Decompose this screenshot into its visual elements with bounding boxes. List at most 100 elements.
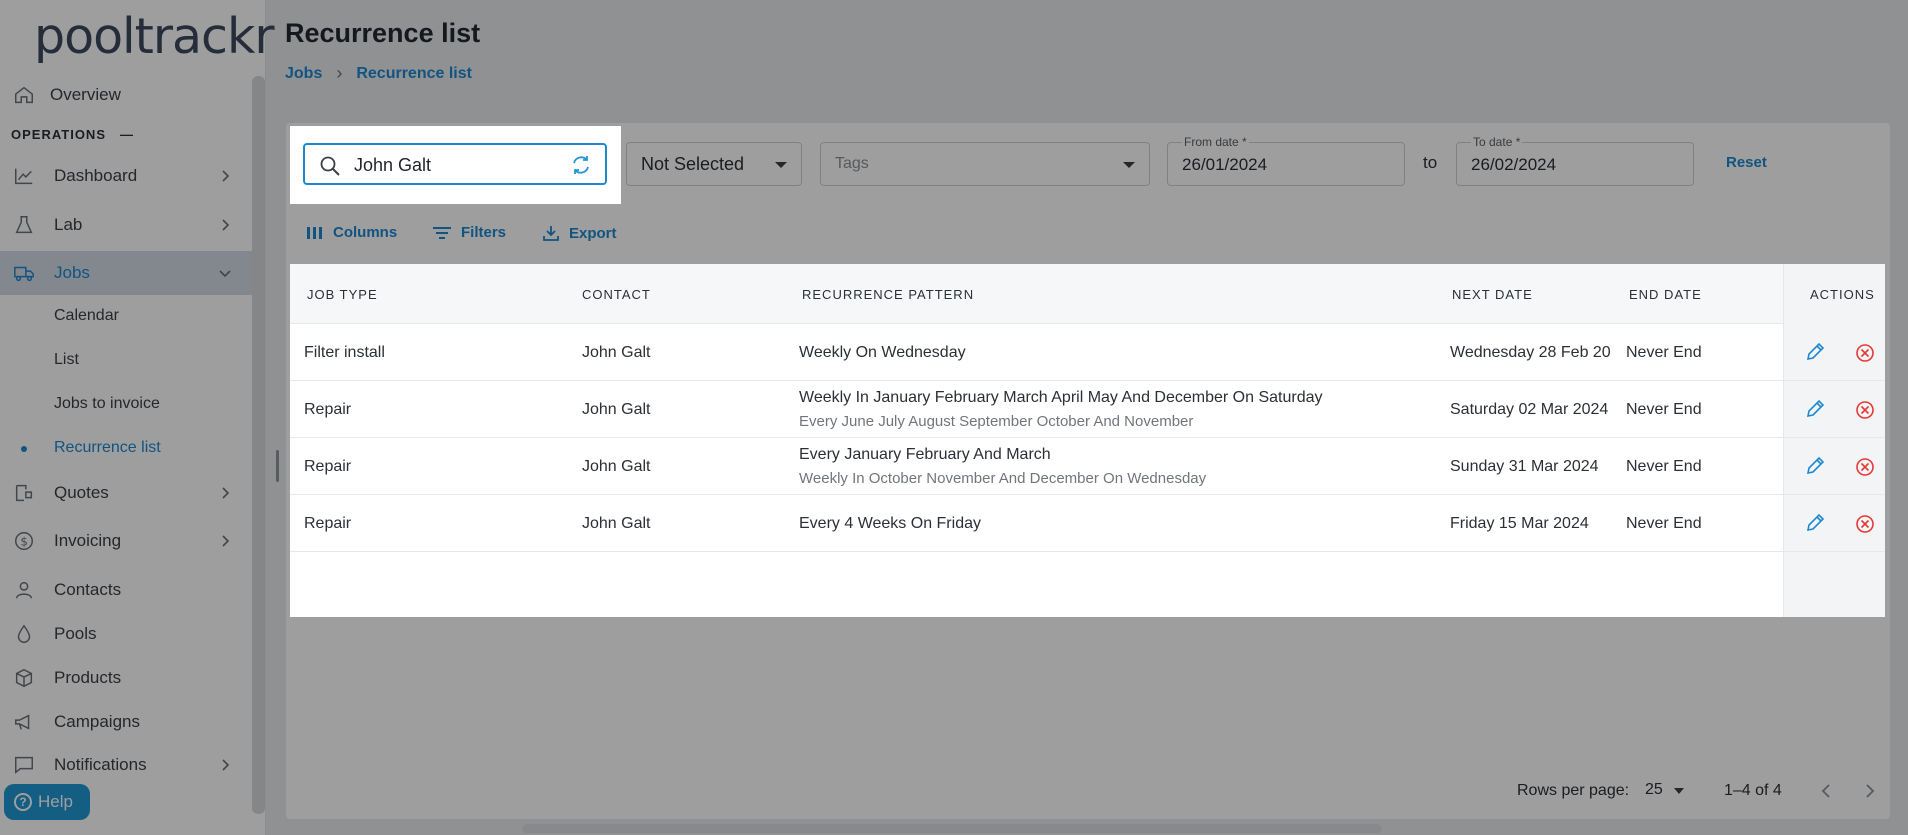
column-header-recurrence-pattern[interactable]: RECURRENCE PATTERN xyxy=(802,287,974,302)
caret-down-icon xyxy=(1674,788,1684,794)
tags-select[interactable]: Tags xyxy=(820,142,1150,186)
caret-down-icon xyxy=(775,162,787,168)
chevron-left-icon[interactable] xyxy=(1818,780,1834,802)
to-date-field[interactable]: To date * 26/02/2024 xyxy=(1456,135,1694,186)
table-row[interactable]: Repair John Galt Weekly In January Febru… xyxy=(290,381,1885,438)
sidebar-item-label: Invoicing xyxy=(54,531,122,550)
column-header-end-date[interactable]: END DATE xyxy=(1629,287,1702,302)
breadcrumb-jobs[interactable]: Jobs xyxy=(285,65,322,83)
cell-job-type: Filter install xyxy=(304,344,385,361)
sidebar-scrollbar[interactable] xyxy=(252,76,265,814)
export-button[interactable]: Export xyxy=(542,224,617,242)
breadcrumb-recurrence-list[interactable]: Recurrence list xyxy=(356,65,472,83)
chevron-right-icon xyxy=(222,535,230,547)
home-icon xyxy=(15,86,33,104)
sidebar-item-dashboard[interactable]: Dashboard xyxy=(0,154,252,198)
status-select-value: Not Selected xyxy=(641,154,745,174)
sidebar-item-label: Dashboard xyxy=(54,166,138,185)
edit-pencil-icon[interactable] xyxy=(1804,512,1826,534)
rows-per-page-label: Rows per page: xyxy=(1517,782,1630,799)
box-icon xyxy=(15,668,33,688)
sidebar-subitem-recurrence-list[interactable]: Recurrence list xyxy=(54,439,161,457)
sidebar-item-label: Contacts xyxy=(54,580,122,599)
column-header-next-date[interactable]: NEXT DATE xyxy=(1452,287,1533,302)
filters-label: Filters xyxy=(461,224,507,241)
to-date-value: 26/02/2024 xyxy=(1471,155,1557,174)
truck-icon xyxy=(14,266,34,282)
sidebar-subitem-jobs-to-invoice[interactable]: Jobs to invoice xyxy=(54,395,160,413)
sidebar: pooltrackr Overview OPERATIONS — Dashboar… xyxy=(0,0,275,835)
caret-down-icon xyxy=(1123,162,1135,168)
cell-end-date: Never End xyxy=(1626,344,1702,361)
refresh-icon[interactable] xyxy=(569,153,593,177)
chevron-right-icon: › xyxy=(336,63,343,83)
cell-contact: John Galt xyxy=(582,458,651,475)
status-select[interactable]: Not Selected xyxy=(626,142,802,186)
rows-per-page-select[interactable]: 25 xyxy=(1645,781,1663,799)
from-date-label: From date * xyxy=(1182,135,1249,149)
help-button[interactable]: ? Help xyxy=(4,784,90,820)
svg-text:$: $ xyxy=(20,535,28,549)
sidebar-item-overview[interactable]: Overview xyxy=(0,73,252,117)
person-icon xyxy=(15,581,33,599)
reset-button[interactable]: Reset xyxy=(1726,154,1767,171)
sidebar-item-quotes[interactable]: Quotes xyxy=(0,471,252,515)
sidebar-item-lab[interactable]: Lab xyxy=(0,203,252,247)
sidebar-item-contacts[interactable]: Contacts xyxy=(0,568,252,612)
column-header-contact[interactable]: CONTACT xyxy=(582,287,651,302)
chevron-down-icon xyxy=(219,270,231,278)
sidebar-item-invoicing[interactable]: $ Invoicing xyxy=(0,519,252,563)
sidebar-item-jobs[interactable]: Jobs xyxy=(0,251,252,295)
water-drop-icon xyxy=(17,624,31,643)
cell-end-date: Never End xyxy=(1626,458,1702,475)
filter-icon xyxy=(433,226,451,239)
cell-end-date: Never End xyxy=(1626,515,1702,532)
delete-circle-icon[interactable] xyxy=(1854,399,1876,421)
horizontal-scrollbar[interactable] xyxy=(522,824,1382,833)
column-header-job-type[interactable]: JOB TYPE xyxy=(307,287,378,302)
page-title: Recurrence list xyxy=(285,18,481,48)
chevron-right-icon xyxy=(222,759,230,771)
delete-circle-icon[interactable] xyxy=(1854,456,1876,478)
chart-line-icon xyxy=(15,168,33,185)
edit-pencil-icon[interactable] xyxy=(1804,341,1826,363)
sidebar-resize-handle[interactable] xyxy=(276,450,279,482)
sidebar-item-label: Jobs xyxy=(54,263,90,282)
sidebar-subitem-calendar[interactable]: Calendar xyxy=(54,307,119,325)
section-title-text: OPERATIONS xyxy=(11,127,106,142)
pagination-range: 1–4 of 4 xyxy=(1724,782,1782,799)
delete-circle-icon[interactable] xyxy=(1854,513,1876,535)
from-date-field[interactable]: From date * 26/01/2024 xyxy=(1167,135,1405,186)
chevron-right-icon[interactable] xyxy=(1862,780,1878,802)
sidebar-item-notifications[interactable]: Notifications xyxy=(0,743,252,787)
table-row[interactable]: Repair John Galt Every 4 Weeks On Friday… xyxy=(290,495,1885,552)
edit-pencil-icon[interactable] xyxy=(1804,455,1826,477)
columns-button[interactable]: Columns xyxy=(306,224,397,241)
sidebar-item-label: Overview xyxy=(50,85,121,104)
sidebar-subitem-list[interactable]: List xyxy=(54,351,79,369)
sidebar-item-label: Products xyxy=(54,668,122,687)
filters-button[interactable]: Filters xyxy=(432,224,506,241)
cell-pattern: Weekly On Wednesday xyxy=(799,344,966,361)
export-label: Export xyxy=(569,224,617,242)
flask-icon xyxy=(15,216,33,234)
sidebar-item-products[interactable]: Products xyxy=(0,656,252,700)
cell-contact: John Galt xyxy=(582,515,651,532)
table-header: JOB TYPE CONTACT RECURRENCE PATTERN NEXT… xyxy=(290,264,1885,324)
column-header-actions: ACTIONS xyxy=(1810,287,1875,302)
delete-circle-icon[interactable] xyxy=(1854,342,1876,364)
app-logo: pooltrackr xyxy=(34,8,275,65)
quote-tag-icon xyxy=(15,484,33,502)
search-input[interactable]: John Galt xyxy=(303,143,607,185)
table-row[interactable]: Filter install John Galt Weekly On Wedne… xyxy=(290,324,1885,381)
collapse-toggle[interactable]: — xyxy=(120,127,134,142)
section-title-operations[interactable]: OPERATIONS — xyxy=(11,127,134,142)
active-dot xyxy=(21,446,27,452)
sidebar-item-pools[interactable]: Pools xyxy=(0,612,252,656)
chevron-right-icon xyxy=(222,170,230,182)
sidebar-item-campaigns[interactable]: Campaigns xyxy=(0,700,252,744)
search-value: John Galt xyxy=(354,155,432,175)
table-row[interactable]: Repair John Galt Every January February … xyxy=(290,438,1885,495)
download-icon xyxy=(543,226,559,241)
edit-pencil-icon[interactable] xyxy=(1804,398,1826,420)
